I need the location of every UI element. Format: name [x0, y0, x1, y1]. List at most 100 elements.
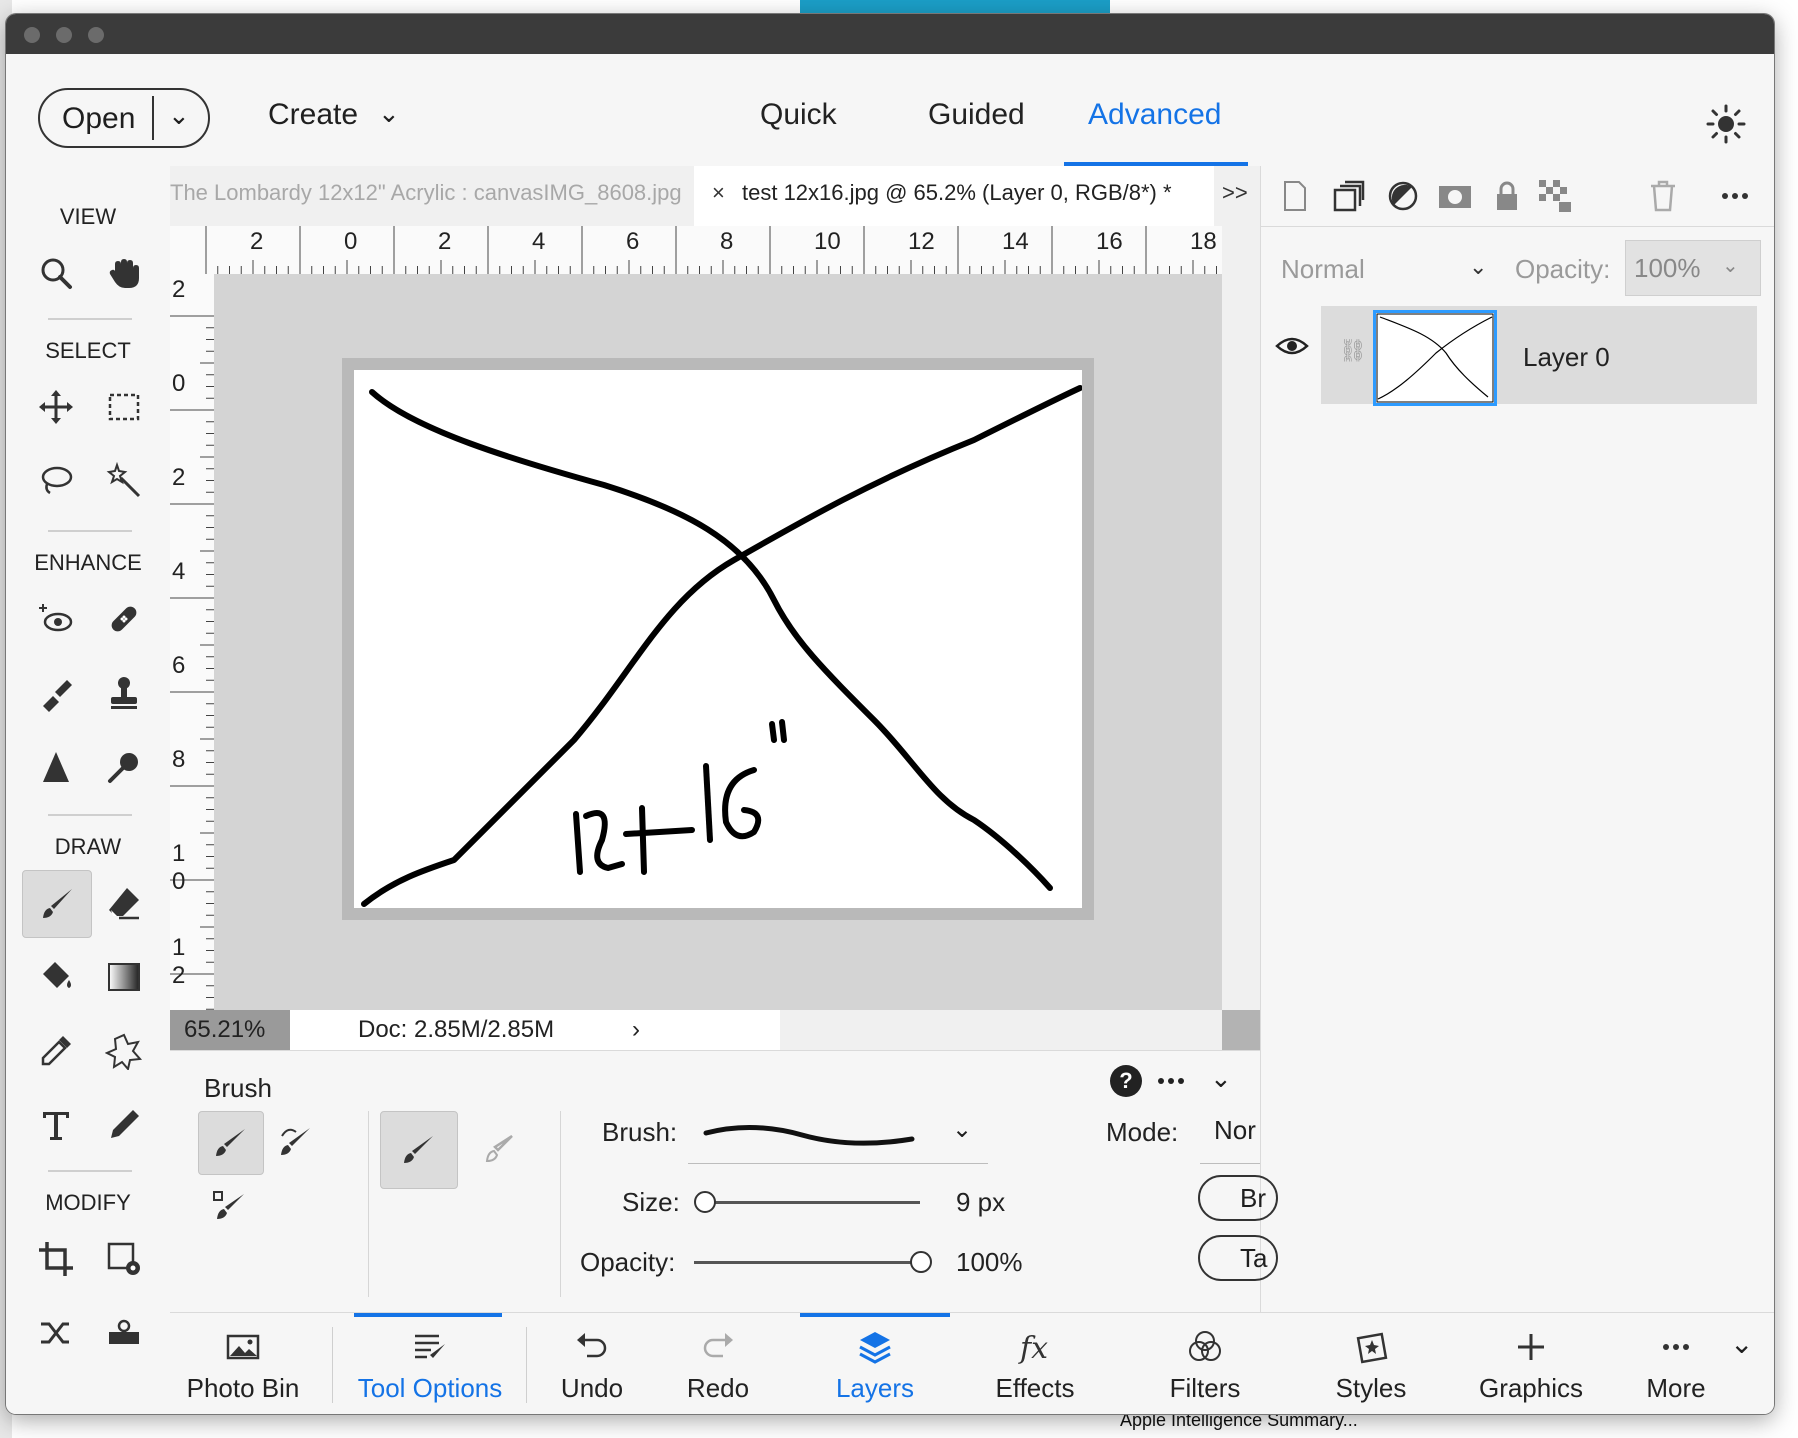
toolbar-divider: [48, 318, 132, 320]
type-tool-icon[interactable]: [22, 1092, 90, 1158]
brush-preset-picker[interactable]: ⌄: [688, 1107, 988, 1164]
zoom-level-field[interactable]: 65.21%: [170, 1010, 290, 1050]
zoom-window-button[interactable]: [88, 27, 104, 43]
tab-test-12x16[interactable]: × test 12x16.jpg @ 65.2% (Layer 0, RGB/8…: [694, 166, 1214, 226]
ruler-label: 2: [172, 276, 186, 303]
tab-canvas-img[interactable]: The Lombardy 12x12" Acrylic : canvasIMG_…: [170, 180, 690, 206]
redo-button[interactable]: Redo: [662, 1313, 774, 1414]
size-slider-track[interactable]: [704, 1201, 920, 1204]
healing-brush-tool-icon[interactable]: [90, 586, 158, 652]
content-aware-move-tool-icon[interactable]: [22, 1300, 90, 1366]
lock-all-icon[interactable]: [1489, 178, 1525, 214]
opacity-value: 100%: [956, 1247, 1023, 1277]
lasso-tool-icon[interactable]: [22, 448, 90, 514]
brush-mode-icon[interactable]: [198, 1111, 264, 1175]
eyedropper-tool-icon[interactable]: [22, 1018, 90, 1084]
chevron-down-icon[interactable]: ⌄: [168, 100, 190, 131]
ruler-label: 4: [532, 228, 546, 255]
svg-text:?: ?: [1119, 1068, 1132, 1093]
zoom-tool-icon[interactable]: [22, 240, 90, 306]
lock-transparent-pixels-icon[interactable]: [1537, 178, 1573, 214]
opacity-slider-track[interactable]: [694, 1261, 920, 1264]
smart-brush-tool-icon[interactable]: [22, 660, 90, 726]
blend-mode-dropdown[interactable]: Nor: [1200, 1107, 1260, 1164]
custom-shape-tool-icon[interactable]: [90, 1018, 158, 1084]
new-layer-icon[interactable]: [1277, 178, 1313, 214]
brush-settings-button[interactable]: Br: [1198, 1175, 1278, 1221]
close-window-button[interactable]: [24, 27, 40, 43]
effects-button[interactable]: fx Effects: [960, 1313, 1110, 1414]
clone-stamp-tool-icon[interactable]: [90, 660, 158, 726]
graphics-button[interactable]: Graphics: [1456, 1313, 1606, 1414]
brush-label: Brush:: [602, 1117, 678, 1147]
link-icon[interactable]: ⛓: [1339, 338, 1367, 364]
color-replacement-icon[interactable]: [198, 1175, 262, 1237]
adjustment-layer-icon[interactable]: [1385, 178, 1421, 214]
marquee-tool-icon[interactable]: [90, 374, 158, 440]
sponge-tool-icon[interactable]: [90, 734, 158, 800]
straighten-tool-icon[interactable]: [90, 1300, 158, 1366]
ruler-ticks: [205, 226, 1217, 274]
brush-settings-icon[interactable]: [380, 1111, 458, 1189]
chevron-down-icon[interactable]: ⌄: [952, 1115, 972, 1144]
collapse-options-icon[interactable]: ⌄: [1210, 1063, 1232, 1094]
open-button[interactable]: Open ⌄: [38, 88, 210, 148]
move-tool-icon[interactable]: [22, 374, 90, 440]
mode-quick[interactable]: Quick: [760, 98, 837, 132]
toolbar-divider: [48, 1170, 132, 1172]
airbrush-icon[interactable]: [470, 1117, 534, 1179]
filters-button[interactable]: Filters: [1130, 1313, 1280, 1414]
new-group-icon[interactable]: [1331, 178, 1367, 214]
delete-layer-icon[interactable]: [1645, 178, 1681, 214]
chevron-down-icon[interactable]: ⌄: [1730, 1327, 1753, 1360]
more-tabs-icon[interactable]: >>: [1222, 180, 1248, 206]
create-menu[interactable]: Create: [268, 98, 358, 132]
pencil-tool-icon[interactable]: [90, 1092, 158, 1158]
photo-bin-button[interactable]: Photo Bin: [170, 1313, 316, 1414]
blur-tool-icon[interactable]: [22, 734, 90, 800]
more-options-icon[interactable]: [1717, 178, 1753, 214]
chevron-down-icon[interactable]: ⌄: [1469, 254, 1487, 280]
mode-advanced[interactable]: Advanced: [1088, 98, 1221, 132]
layer-mask-icon[interactable]: [1437, 178, 1473, 214]
more-button[interactable]: More: [1616, 1313, 1736, 1414]
layer-opacity-field[interactable]: 100% ⌄: [1625, 240, 1761, 296]
eraser-tool-icon[interactable]: [90, 870, 158, 936]
eye-icon[interactable]: [1275, 332, 1309, 360]
chevron-down-icon[interactable]: ⌄: [378, 98, 400, 129]
opacity-label: Opacity:: [1515, 254, 1611, 284]
paint-bucket-tool-icon[interactable]: [22, 944, 90, 1010]
magic-wand-tool-icon[interactable]: [90, 448, 158, 514]
undo-button[interactable]: Undo: [532, 1313, 652, 1414]
styles-button[interactable]: Styles: [1296, 1313, 1446, 1414]
canvas-vertical-scroll-area[interactable]: [1222, 226, 1260, 1010]
brightness-icon[interactable]: [1706, 104, 1746, 144]
more-options-icon[interactable]: [1154, 1069, 1190, 1093]
tools-panel: VIEW SELECT ENHANCE DRAW MODIFY: [6, 166, 171, 1414]
document-canvas[interactable]: [354, 370, 1083, 908]
size-slider-knob[interactable]: [694, 1191, 716, 1213]
brush-tool-icon[interactable]: [22, 870, 92, 938]
options-divider: [560, 1111, 561, 1297]
tool-options-button[interactable]: Tool Options: [340, 1313, 520, 1414]
layer-thumbnail[interactable]: [1373, 310, 1497, 406]
mode-guided[interactable]: Guided: [928, 98, 1025, 132]
hand-tool-icon[interactable]: [90, 240, 158, 306]
impressionist-brush-icon[interactable]: [264, 1111, 328, 1173]
blend-mode-select[interactable]: Normal: [1281, 254, 1365, 285]
layers-button[interactable]: Layers: [800, 1313, 950, 1414]
size-value: 9 px: [956, 1187, 1006, 1217]
chevron-down-icon[interactable]: ⌄: [1722, 253, 1739, 278]
canvas-area[interactable]: [214, 274, 1222, 1010]
help-icon[interactable]: ?: [1108, 1063, 1144, 1099]
status-menu-arrow-icon[interactable]: ›: [632, 1016, 640, 1044]
minimize-window-button[interactable]: [56, 27, 72, 43]
opacity-slider-knob[interactable]: [910, 1251, 932, 1273]
crop-tool-icon[interactable]: [22, 1226, 90, 1292]
recompose-tool-icon[interactable]: [90, 1226, 158, 1292]
close-tab-icon[interactable]: ×: [712, 180, 725, 206]
svg-text:fx: fx: [1018, 1331, 1048, 1366]
gradient-tool-icon[interactable]: [90, 944, 158, 1010]
tablet-settings-button[interactable]: Ta: [1198, 1235, 1278, 1281]
red-eye-tool-icon[interactable]: [22, 586, 90, 652]
